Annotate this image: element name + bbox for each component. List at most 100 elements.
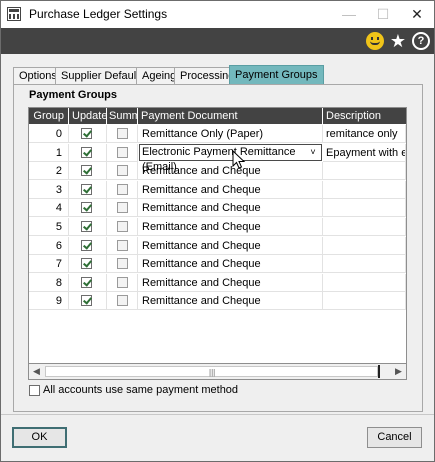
col-header-payment-document[interactable]: Payment Document [138, 108, 323, 124]
col-header-update[interactable]: Update [69, 108, 107, 124]
minimize-icon[interactable]: — [332, 1, 366, 28]
grid-horizontal-scrollbar[interactable]: ◀ ||| ▶ [28, 363, 407, 380]
payment-document-cell[interactable]: Remittance and Cheque [138, 199, 323, 218]
description-cell[interactable] [323, 199, 406, 218]
group-number-cell: 7 [29, 255, 69, 274]
table-row[interactable]: 3 Remittance and Cheque [29, 180, 406, 199]
group-number-cell: 9 [29, 292, 69, 311]
table-row[interactable]: 0 Remittance Only (Paper) remitance only [29, 125, 406, 143]
all-accounts-checkbox[interactable] [29, 385, 40, 396]
update-checkbox[interactable] [81, 146, 92, 158]
col-header-group[interactable]: Group [29, 108, 69, 124]
star-icon[interactable]: ★ [389, 32, 407, 50]
summary-checkbox[interactable] [117, 258, 128, 270]
update-checkbox[interactable] [81, 165, 92, 177]
summary-checkbox[interactable] [117, 221, 128, 232]
summary-cell [107, 143, 138, 162]
description-cell[interactable] [323, 180, 406, 199]
summary-checkbox[interactable] [117, 183, 128, 195]
payment-document-cell[interactable]: Remittance and Cheque [138, 292, 323, 311]
cancel-button[interactable]: Cancel [367, 427, 422, 448]
maximize-icon[interactable]: ☐ [366, 1, 400, 28]
update-checkbox[interactable] [81, 258, 92, 270]
description-cell[interactable] [323, 292, 406, 311]
scroll-left-icon[interactable]: ◀ [29, 364, 44, 379]
description-cell[interactable]: Epayment with em [323, 143, 406, 162]
update-checkbox[interactable] [81, 128, 92, 139]
scroll-right-icon[interactable]: ▶ [391, 364, 406, 379]
update-cell [69, 162, 107, 181]
summary-checkbox[interactable] [117, 165, 128, 177]
update-cell [69, 292, 107, 311]
update-cell [69, 255, 107, 274]
payment-document-cell[interactable]: Remittance and Cheque [138, 162, 323, 181]
group-number-cell: 5 [29, 218, 69, 236]
mouse-cursor-icon [232, 150, 246, 169]
update-checkbox[interactable] [81, 276, 92, 288]
payment-document-cell[interactable]: Remittance and Cheque [138, 218, 323, 236]
close-icon[interactable]: ✕ [400, 1, 434, 28]
table-row[interactable]: 1 Electronic Payment Remittance (Email) ˅ E… [29, 143, 406, 173]
scroll-thumb[interactable]: ||| [45, 366, 378, 377]
summary-checkbox[interactable] [117, 295, 128, 307]
tab-payment-groups[interactable]: Payment Groups [229, 65, 324, 85]
payment-document-dropdown[interactable]: Electronic Payment Remittance (Email) ˅ [139, 143, 322, 173]
col-header-summary[interactable]: Summary [107, 108, 138, 124]
group-number-cell: 1 [29, 143, 69, 162]
payment-document-cell[interactable]: Remittance and Cheque [138, 236, 323, 255]
update-checkbox[interactable] [81, 295, 92, 307]
footer-divider [1, 414, 434, 415]
table-row[interactable]: 2 Remittance and Cheque [29, 162, 406, 181]
table-row[interactable]: 6 Remittance and Cheque [29, 236, 406, 255]
all-accounts-label: All accounts use same payment method [43, 384, 239, 396]
description-cell[interactable] [323, 273, 406, 292]
smiley-icon[interactable] [366, 32, 384, 50]
grip-icon: ||| [209, 368, 216, 377]
table-row[interactable]: 4 Remittance and Cheque [29, 199, 406, 218]
group-number-cell: 0 [29, 125, 69, 143]
description-cell[interactable] [323, 218, 406, 236]
update-checkbox[interactable] [81, 239, 92, 251]
update-checkbox[interactable] [81, 221, 92, 232]
table-row[interactable]: 7 Remittance and Cheque [29, 255, 406, 274]
group-number-cell: 4 [29, 199, 69, 218]
summary-cell [107, 236, 138, 255]
summary-checkbox[interactable] [117, 146, 128, 158]
description-cell[interactable] [323, 162, 406, 181]
update-cell [69, 199, 107, 218]
update-cell [69, 125, 107, 143]
toolbar: ★ ? [1, 28, 434, 54]
group-number-cell: 6 [29, 236, 69, 255]
summary-checkbox[interactable] [117, 202, 128, 214]
update-cell [69, 273, 107, 292]
help-icon[interactable]: ? [412, 32, 430, 50]
summary-checkbox[interactable] [117, 276, 128, 288]
payment-document-cell[interactable]: Remittance and Cheque [138, 180, 323, 199]
table-row[interactable]: 5 Remittance and Cheque [29, 218, 406, 236]
payment-document-cell[interactable]: Remittance Only (Paper) [138, 125, 323, 143]
group-number-cell: 2 [29, 162, 69, 181]
chevron-down-icon[interactable]: ˅ [307, 145, 319, 160]
summary-cell [107, 218, 138, 236]
summary-cell [107, 292, 138, 311]
summary-cell [107, 180, 138, 199]
description-cell[interactable]: remitance only [323, 125, 406, 143]
payment-document-cell[interactable]: Remittance and Cheque [138, 255, 323, 274]
summary-checkbox[interactable] [117, 128, 128, 139]
summary-cell [107, 125, 138, 143]
update-checkbox[interactable] [81, 202, 92, 214]
update-cell [69, 143, 107, 162]
col-header-description[interactable]: Description [323, 108, 406, 124]
summary-checkbox[interactable] [117, 239, 128, 251]
settings-window: Purchase Ledger Settings — ☐ ✕ ★ ? Optio… [0, 0, 435, 462]
payment-groups-grid: Group Update Summary Payment Document De… [28, 107, 407, 380]
ok-button[interactable]: OK [12, 427, 67, 448]
description-cell[interactable] [323, 255, 406, 274]
table-row[interactable]: 9 Remittance and Cheque [29, 292, 406, 311]
summary-cell [107, 255, 138, 274]
table-row[interactable]: 8 Remittance and Cheque [29, 273, 406, 292]
description-cell[interactable] [323, 236, 406, 255]
update-checkbox[interactable] [81, 183, 92, 195]
summary-cell [107, 273, 138, 292]
payment-document-cell[interactable]: Remittance and Cheque [138, 273, 323, 292]
